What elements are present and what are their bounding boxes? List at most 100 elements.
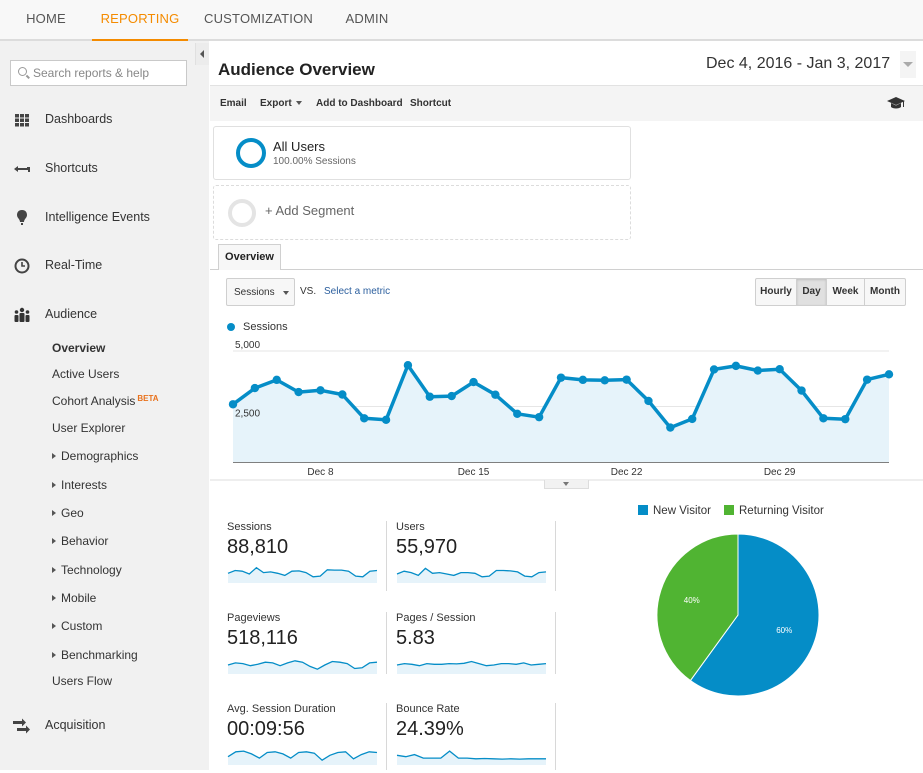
sidebar-subitem-benchmarking[interactable]: Benchmarking xyxy=(52,648,138,666)
shortcut-button[interactable]: Shortcut xyxy=(410,98,451,109)
data-point[interactable] xyxy=(228,400,238,409)
sidebar-subitem-custom[interactable]: Custom xyxy=(52,619,102,637)
select-metric-link[interactable]: Select a metric xyxy=(324,286,390,297)
sidebar-subitem-geo[interactable]: Geo xyxy=(52,506,84,524)
data-point[interactable] xyxy=(775,365,784,374)
scorecard-avg-session-duration[interactable]: Avg. Session Duration 00:09:56 xyxy=(227,703,379,773)
data-point[interactable] xyxy=(447,391,456,401)
sidebar-subitem-overview[interactable]: Overview xyxy=(52,341,105,359)
nav-tab-reporting[interactable]: REPORTING xyxy=(92,0,188,41)
data-point[interactable] xyxy=(425,392,434,401)
sidebar-item-intelligence-events[interactable]: Intelligence Events xyxy=(0,206,195,230)
data-point[interactable] xyxy=(491,390,500,399)
data-point[interactable] xyxy=(709,365,719,374)
scorecard-pages-session[interactable]: Pages / Session 5.83 xyxy=(396,612,548,682)
sidebar-subitem-technology[interactable]: Technology xyxy=(52,563,122,581)
data-point[interactable] xyxy=(753,366,762,375)
metric-selector[interactable]: Sessions xyxy=(226,278,295,306)
data-point[interactable] xyxy=(556,373,566,382)
data-point[interactable] xyxy=(534,412,544,422)
scorecard-pageviews[interactable]: Pageviews 518,116 xyxy=(227,612,379,682)
sidebar-subitem-users-flow[interactable]: Users Flow xyxy=(52,674,112,692)
segment-name: All Users xyxy=(273,139,326,154)
data-point[interactable] xyxy=(403,361,413,370)
sidebar-subitem-user-explorer[interactable]: User Explorer xyxy=(52,421,125,439)
date-range-picker[interactable]: Dec 4, 2016 - Jan 3, 2017 xyxy=(702,51,916,78)
sidebar-subitem-interests[interactable]: Interests xyxy=(52,478,107,496)
period-hourly-button[interactable]: Hourly xyxy=(755,278,797,306)
visitor-type-pie-chart: 60% 40% xyxy=(656,533,820,697)
collapse-sidebar-button[interactable] xyxy=(195,43,209,65)
data-point[interactable] xyxy=(316,386,325,395)
data-point[interactable] xyxy=(688,414,697,424)
add-to-dashboard-button[interactable]: Add to Dashboard xyxy=(316,98,403,109)
period-day-button[interactable]: Day xyxy=(796,278,827,306)
data-point[interactable] xyxy=(338,390,347,399)
nav-tab-home[interactable]: HOME xyxy=(22,0,70,41)
add-segment-button[interactable]: + Add Segment xyxy=(213,185,631,240)
email-button[interactable]: Email xyxy=(220,98,247,109)
nav-tab-admin[interactable]: ADMIN xyxy=(340,0,394,41)
scorecard-title: Sessions xyxy=(227,521,272,533)
sidebar-subitem-behavior[interactable]: Behavior xyxy=(52,534,108,552)
graduation-cap-icon[interactable] xyxy=(886,96,906,110)
data-point[interactable] xyxy=(644,396,653,406)
sidebar-subitem-label: Demographics xyxy=(61,449,139,463)
search-input[interactable] xyxy=(33,64,183,82)
sidebar-subitem-mobile[interactable]: Mobile xyxy=(52,591,96,609)
period-week-button[interactable]: Week xyxy=(826,278,865,306)
report-toolbar: Email Export Add to Dashboard Shortcut xyxy=(210,85,923,121)
grid-icon xyxy=(15,114,29,127)
chart-collapse-toggle[interactable] xyxy=(544,480,589,489)
sidebar-item-shortcuts[interactable]: Shortcuts xyxy=(0,157,195,181)
data-point[interactable] xyxy=(622,375,631,384)
period-month-button[interactable]: Month xyxy=(864,278,906,306)
data-point[interactable] xyxy=(294,387,303,397)
data-point[interactable] xyxy=(797,386,806,395)
sidebar-subitem-active-users[interactable]: Active Users xyxy=(52,367,119,385)
sidebar-item-label: Acquisition xyxy=(45,718,106,732)
scorecard-value: 55,970 xyxy=(396,536,458,558)
data-point[interactable] xyxy=(272,375,281,385)
data-point[interactable] xyxy=(469,377,478,387)
nav-tab-customization[interactable]: CUSTOMIZATION xyxy=(204,0,313,41)
data-point[interactable] xyxy=(666,423,675,432)
scorecard-users[interactable]: Users 55,970 xyxy=(396,521,548,591)
data-point[interactable] xyxy=(578,375,588,385)
scorecard-bounce-rate[interactable]: Bounce Rate 24.39% xyxy=(396,703,548,773)
data-point[interactable] xyxy=(862,375,872,384)
export-button[interactable]: Export xyxy=(260,98,302,109)
scorecard-value: 88,810 xyxy=(227,536,289,558)
expand-triangle-icon xyxy=(52,538,56,544)
sidebar-item-audience[interactable]: Audience xyxy=(0,303,195,327)
data-point[interactable] xyxy=(819,414,828,423)
sidebar-subitem-demographics[interactable]: Demographics xyxy=(52,449,138,467)
expand-triangle-icon xyxy=(52,595,56,601)
data-point[interactable] xyxy=(841,414,850,424)
scorecard-title: Avg. Session Duration xyxy=(227,703,336,715)
scorecard-value: 5.83 xyxy=(396,627,435,649)
data-point[interactable] xyxy=(250,383,260,393)
expand-triangle-icon xyxy=(52,453,56,459)
data-point[interactable] xyxy=(381,415,391,425)
tab-overview[interactable]: Overview xyxy=(218,244,281,270)
add-segment-label: + Add Segment xyxy=(265,203,355,218)
scorecard-divider xyxy=(555,521,556,591)
segment-all-users[interactable]: All Users 100.00% Sessions xyxy=(213,126,631,180)
expand-triangle-icon xyxy=(52,482,56,488)
sidebar-item-label: Shortcuts xyxy=(45,161,98,175)
sidebar-subitem-cohort-analysis[interactable]: Cohort Analysis BETA xyxy=(52,394,159,412)
legend-new-visitor: New Visitor xyxy=(638,505,711,517)
scorecard-sessions[interactable]: Sessions 88,810 xyxy=(227,521,379,591)
data-point[interactable] xyxy=(360,414,369,423)
sidebar-subitem-label: Cohort Analysis xyxy=(52,394,136,408)
sidebar-item-real-time[interactable]: Real-Time xyxy=(0,254,195,278)
chevron-down-icon xyxy=(900,51,916,78)
data-point[interactable] xyxy=(513,409,522,419)
sidebar-item-dashboards[interactable]: Dashboards xyxy=(0,108,195,132)
sidebar-item-acquisition[interactable]: Acquisition xyxy=(0,714,195,738)
data-point[interactable] xyxy=(600,376,609,385)
data-point[interactable] xyxy=(731,361,741,371)
search-box[interactable] xyxy=(10,60,187,86)
data-point[interactable] xyxy=(884,370,894,379)
